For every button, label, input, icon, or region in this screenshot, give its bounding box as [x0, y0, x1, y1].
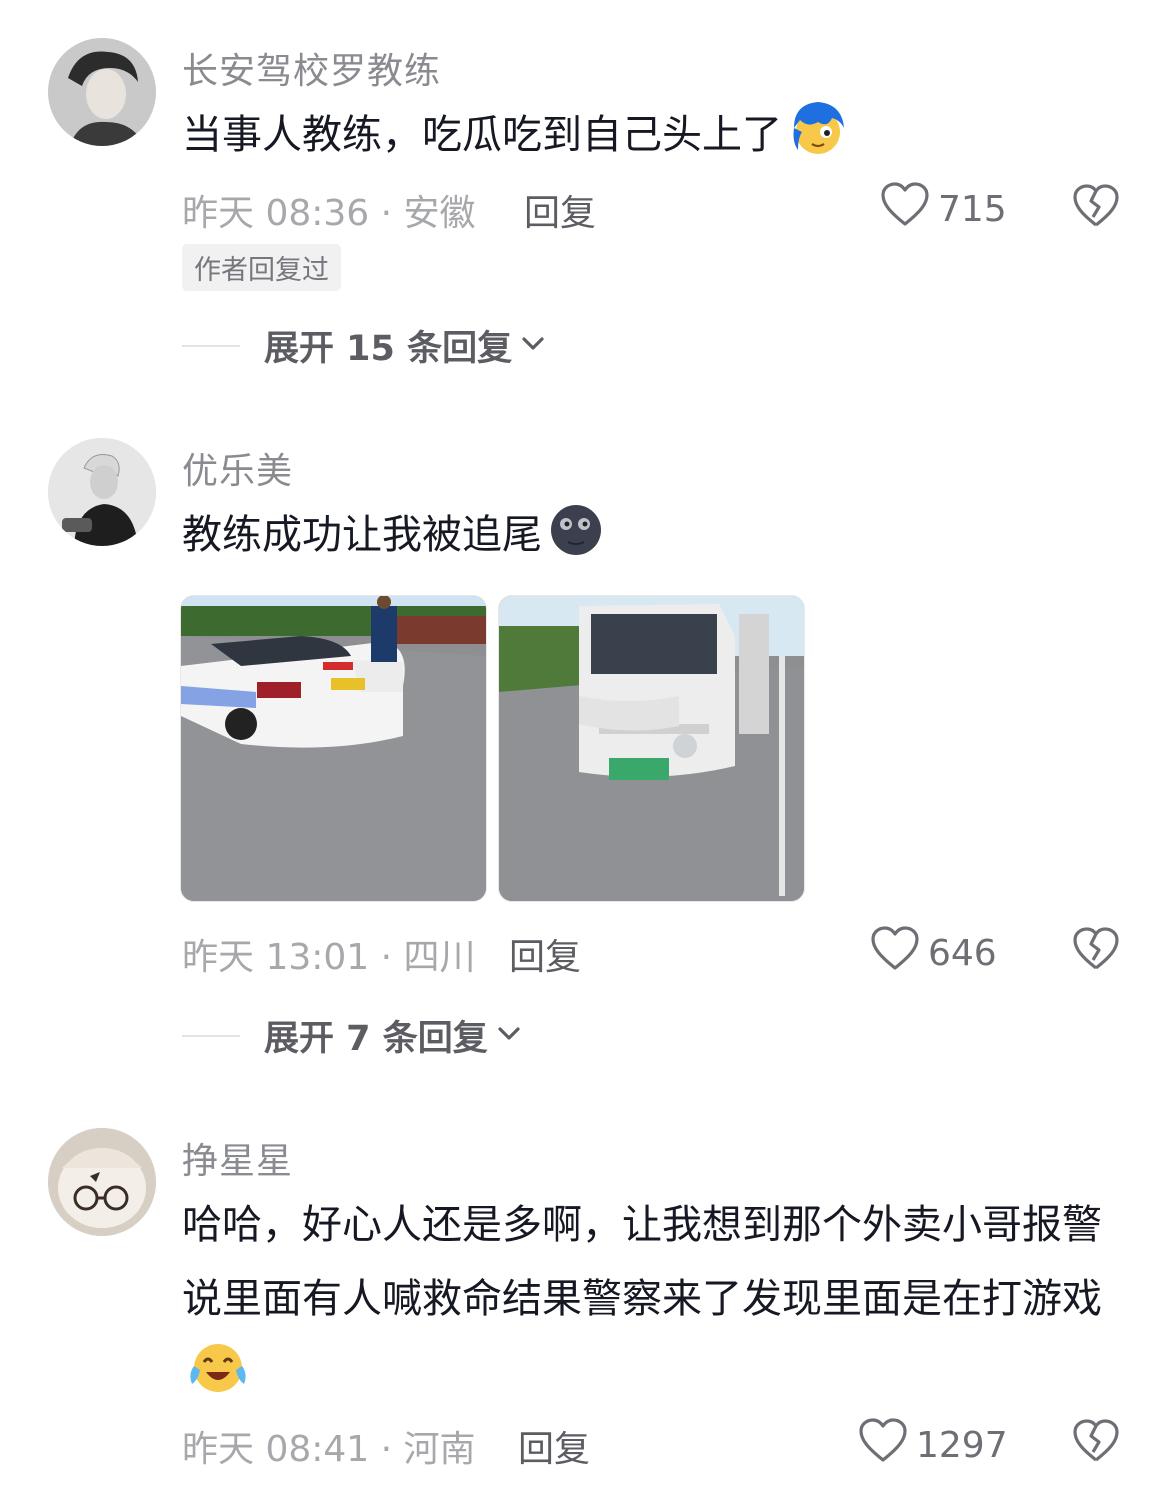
reply-button[interactable]: 回复: [518, 1420, 590, 1472]
comment-text-body: 当事人教练，吃瓜吃到自己头上了: [182, 112, 782, 158]
comment-meta: 昨天 08:36 · 安徽: [182, 193, 476, 234]
avatar[interactable]: [48, 438, 156, 546]
username[interactable]: 长安驾校罗教练: [182, 42, 441, 94]
like-count: 715: [938, 189, 1007, 230]
username[interactable]: 优乐美: [182, 442, 293, 494]
chevron-down-icon: [520, 335, 546, 357]
expand-replies-button[interactable]: 展开 7 条回复: [182, 1010, 522, 1061]
comment-text: 哈哈，好心人还是多啊，让我想到那个外卖小哥报警说里面有人喊救命结果警察来了发现里…: [182, 1188, 1122, 1420]
heart-outline-icon: [880, 182, 930, 237]
comment-text: 教练成功让我被追尾: [182, 498, 1122, 582]
comment-text-body: 哈哈，好心人还是多啊，让我想到那个外卖小哥报警说里面有人喊救命结果警察来了发现里…: [182, 1202, 1102, 1322]
comment-meta: 昨天 08:41 · 河南: [182, 1429, 476, 1470]
chevron-down-icon: [496, 1025, 522, 1047]
username[interactable]: 挣星星: [182, 1132, 293, 1184]
dislike-button[interactable]: [1072, 1418, 1120, 1468]
like-button[interactable]: 1297: [858, 1418, 1008, 1473]
new-moon-face-emoji-icon: [548, 502, 604, 582]
comment-meta: 昨天 13:01 · 四川: [182, 937, 476, 978]
like-button[interactable]: 715: [880, 182, 1007, 237]
avatar[interactable]: [48, 1128, 156, 1236]
blue-hair-emoji-icon: [788, 98, 848, 182]
divider: [182, 1034, 240, 1037]
crying-laughing-emoji-icon: [188, 1340, 248, 1420]
comment-photo-car[interactable]: [180, 595, 487, 902]
expand-replies-button[interactable]: 展开 15 条回复: [182, 320, 546, 371]
heart-outline-icon: [870, 926, 920, 981]
heart-outline-icon: [858, 1418, 908, 1473]
comment-text-body: 教练成功让我被追尾: [182, 512, 542, 558]
like-count: 1297: [916, 1425, 1008, 1466]
broken-heart-icon: [1072, 927, 1120, 976]
broken-heart-icon: [1072, 1419, 1120, 1468]
author-replied-badge: 作者回复过: [182, 244, 341, 291]
avatar[interactable]: [48, 38, 156, 146]
like-count: 646: [928, 933, 997, 974]
dislike-button[interactable]: [1072, 183, 1120, 233]
reply-button[interactable]: 回复: [509, 928, 581, 980]
comment-photo-truck[interactable]: [498, 595, 805, 902]
divider: [182, 344, 240, 347]
dislike-button[interactable]: [1072, 926, 1120, 976]
like-button[interactable]: 646: [870, 926, 997, 981]
comment-text: 当事人教练，吃瓜吃到自己头上了: [182, 98, 1122, 182]
expand-replies-label: 展开 15 条回复: [264, 329, 513, 369]
reply-button[interactable]: 回复: [524, 184, 596, 236]
broken-heart-icon: [1072, 184, 1120, 233]
expand-replies-label: 展开 7 条回复: [264, 1019, 488, 1059]
